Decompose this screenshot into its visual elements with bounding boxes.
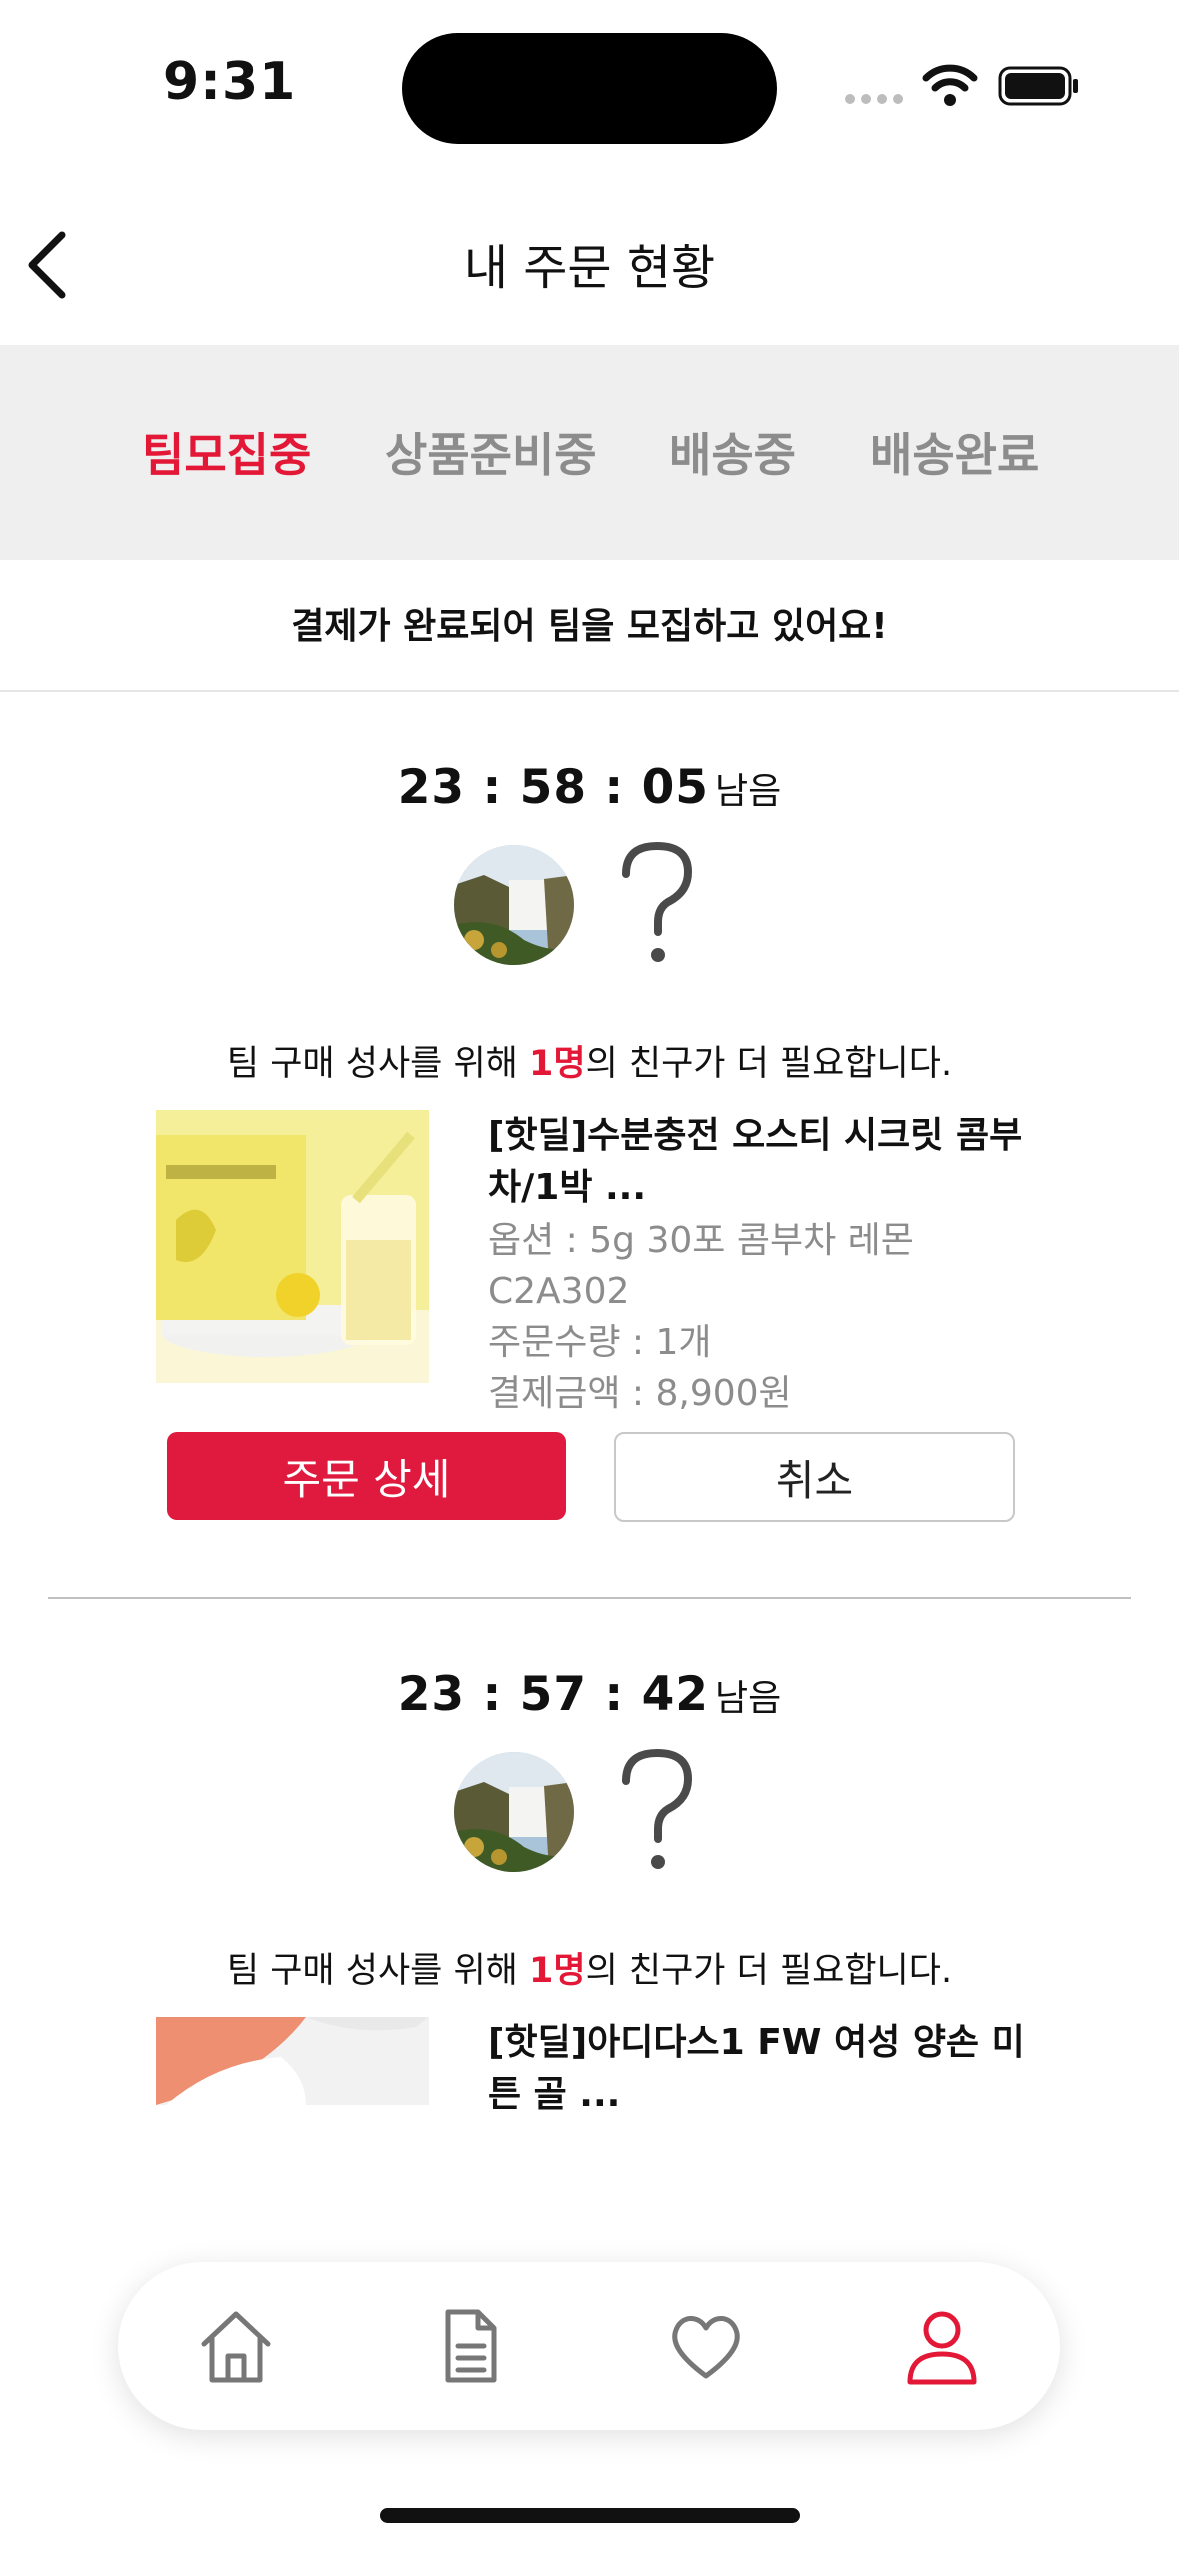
timer-value: 23 : 58 : 05 <box>397 760 709 815</box>
team-member-avatar <box>454 845 574 965</box>
needed-count: 1명 <box>529 1044 586 1084</box>
needed-suffix: 의 친구가 더 필요합니다. <box>585 1951 953 1991</box>
product-thumbnail[interactable] <box>156 2017 429 2105</box>
document-icon[interactable] <box>430 2306 510 2386</box>
status-tab-bar: 팀모집중 상품준비중 배송중 배송완료 <box>0 345 1179 560</box>
timer-value: 23 : 57 : 42 <box>397 1667 709 1722</box>
needed-count: 1명 <box>529 1951 586 1991</box>
product-name[interactable]: [핫딜]수분충전 오스티 시크릿 콤부차/1박 ... <box>488 1110 1028 1214</box>
user-icon[interactable] <box>902 2306 982 2386</box>
page-title: 내 주문 현황 <box>463 240 716 296</box>
status-time: 9:31 <box>163 52 297 112</box>
question-mark-icon <box>622 1748 693 1869</box>
timer-remain-label: 남음 <box>715 1678 782 1719</box>
divider <box>0 690 1179 692</box>
bottom-navigation <box>118 2262 1060 2430</box>
product-option: 옵션 : 5g 30포 콤부차 레몬 <box>488 1220 914 1261</box>
home-indicator <box>380 2508 800 2523</box>
home-icon[interactable] <box>196 2306 276 2386</box>
product-info: 옵션 : 5g 30포 콤부차 레몬 C2A302 주문수량 : 1개 결제금액… <box>488 1215 914 1419</box>
dynamic-island <box>402 33 777 144</box>
order-divider <box>48 1597 1131 1599</box>
needed-suffix: 의 친구가 더 필요합니다. <box>585 1044 953 1084</box>
tab-preparing[interactable]: 상품준비중 <box>385 419 597 485</box>
order-price: 결제금액 : 8,900원 <box>488 1373 792 1414</box>
cellular-signal-icon <box>845 94 903 104</box>
team-needed-message: 팀 구매 성사를 위해 1명의 친구가 더 필요합니다. <box>0 1942 1179 1993</box>
product-code: C2A302 <box>488 1271 630 1312</box>
tab-delivered[interactable]: 배송완료 <box>870 419 1039 485</box>
timer-remain-label: 남음 <box>715 771 782 812</box>
order-detail-button[interactable]: 주문 상세 <box>167 1432 566 1520</box>
tab-recruiting[interactable]: 팀모집중 <box>142 419 311 485</box>
order-quantity: 주문수량 : 1개 <box>488 1322 712 1363</box>
tab-shipping[interactable]: 배송중 <box>669 419 796 485</box>
battery-icon <box>998 66 1078 106</box>
countdown-timer: 23 : 58 : 05 남음 <box>0 760 1179 815</box>
needed-prefix: 팀 구매 성사를 위해 <box>226 1951 530 1991</box>
status-notice: 결제가 완료되어 팀을 모집하고 있어요! <box>291 606 888 647</box>
countdown-timer: 23 : 57 : 42 남음 <box>0 1667 1179 1722</box>
needed-prefix: 팀 구매 성사를 위해 <box>226 1044 530 1084</box>
product-name[interactable]: [핫딜]아디다스1 FW 여성 양손 미튼 골 ... <box>488 2017 1028 2121</box>
product-thumbnail[interactable] <box>156 1110 429 1383</box>
team-member-avatar <box>454 1752 574 1872</box>
cancel-button[interactable]: 취소 <box>614 1432 1015 1522</box>
question-mark-icon <box>622 841 693 962</box>
team-needed-message: 팀 구매 성사를 위해 1명의 친구가 더 필요합니다. <box>0 1035 1179 1086</box>
heart-icon[interactable] <box>666 2306 746 2386</box>
wifi-icon <box>922 64 978 106</box>
